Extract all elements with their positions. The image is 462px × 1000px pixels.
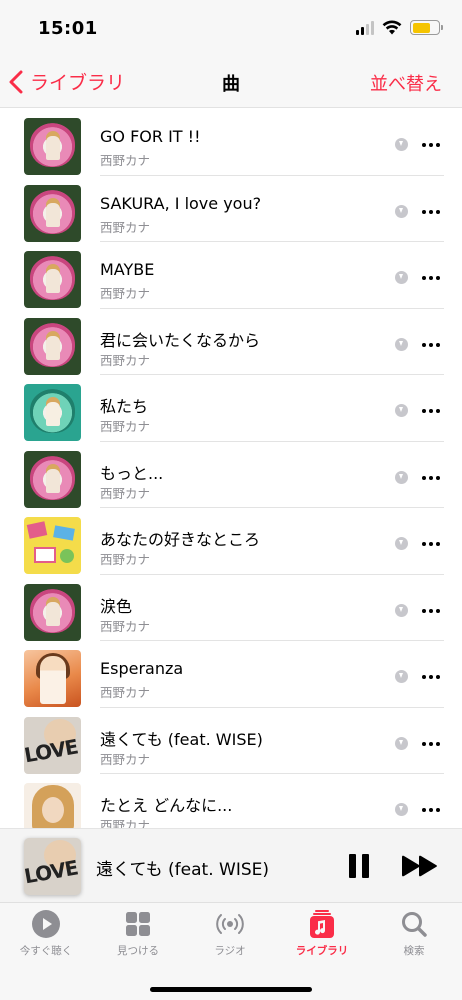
music-library-icon (310, 910, 334, 938)
song-title: Esperanza (100, 659, 184, 678)
cloud-download-icon[interactable] (395, 271, 408, 284)
song-artist: 西野カナ (100, 219, 151, 235)
album-artwork (24, 517, 81, 574)
song-list: GO FOR IT !! 西野カナ SAKURA, I love you? 西野カナ M… (0, 108, 462, 828)
song-title: GO FOR IT !! (100, 127, 201, 146)
song-artist: 西野カナ (100, 286, 151, 301)
cloud-download-icon[interactable] (395, 138, 408, 151)
song-artist: 西野カナ (100, 618, 151, 634)
more-options-icon[interactable] (422, 741, 440, 746)
more-options-icon[interactable] (422, 342, 440, 347)
mini-player-artwork: LOVE (24, 838, 81, 895)
wifi-icon (382, 20, 402, 35)
tab-browse[interactable]: 見つける (92, 909, 184, 958)
radio-icon (216, 914, 244, 934)
cellular-signal-icon (356, 20, 374, 35)
song-row[interactable]: MAYBE 西野カナ (0, 241, 462, 309)
song-artist: 西野カナ (100, 552, 151, 567)
cloud-download-icon[interactable] (395, 470, 408, 484)
song-row[interactable]: SAKURA, I love you? 西野カナ (0, 175, 462, 242)
song-title: 遠くても (feat. WISE) (100, 729, 263, 749)
play-circle-icon (32, 910, 60, 938)
tab-search[interactable]: 検索 (368, 909, 460, 958)
tab-listen-now[interactable]: 今すぐ聴く (0, 909, 92, 958)
cloud-download-icon[interactable] (395, 404, 408, 417)
song-row[interactable]: Esperanza 西野カナ (0, 640, 462, 708)
tab-label: ライブラリ (295, 945, 349, 957)
cloud-download-icon[interactable] (395, 204, 408, 218)
song-artist: 西野カナ (100, 352, 151, 368)
song-row[interactable]: GO FOR IT !! 西野カナ (0, 108, 462, 176)
status-icons (356, 20, 443, 35)
status-bar: 15:01 (0, 0, 462, 58)
album-artwork (24, 783, 81, 828)
song-row[interactable]: もっと... 西野カナ (0, 441, 462, 508)
status-time: 15:01 (38, 18, 98, 39)
song-artist: 西野カナ (100, 485, 151, 501)
more-options-icon[interactable] (422, 276, 440, 280)
song-title: もっと... (100, 463, 164, 483)
song-title: 私たち (100, 397, 149, 416)
battery-icon (410, 20, 443, 35)
album-artwork (24, 184, 81, 242)
more-options-icon[interactable] (422, 209, 440, 214)
battery-fill (412, 22, 430, 33)
song-artist: 西野カナ (100, 153, 151, 168)
tab-label: 見つける (117, 945, 159, 957)
search-icon (402, 912, 427, 937)
song-title: あなたの好きなところ (100, 530, 261, 549)
song-title: MAYBE (100, 260, 155, 279)
cloud-download-icon[interactable] (395, 337, 408, 351)
nav-bar: ライブラリ 曲 並べ替え (0, 58, 462, 108)
tab-bar: 今すぐ聴く 見つける ラジオ ライブラリ 検索 (0, 902, 462, 1000)
sort-button[interactable]: 並べ替え (370, 70, 442, 96)
album-artwork: LOVE (24, 716, 81, 774)
cloud-download-icon[interactable] (395, 603, 408, 617)
album-artwork (24, 251, 81, 308)
song-title: 君に会いたくなるから (100, 330, 261, 350)
song-row[interactable]: 君に会いたくなるから西野カナ (0, 308, 462, 375)
more-options-icon[interactable] (422, 143, 440, 147)
cloud-download-icon[interactable] (395, 670, 408, 683)
pause-button[interactable] (348, 854, 370, 878)
cloud-download-icon[interactable] (395, 736, 408, 750)
more-options-icon[interactable] (422, 608, 440, 613)
more-options-icon[interactable] (422, 675, 440, 679)
song-row[interactable]: LOVE 遠くても (feat. WISE) 西野カナ (0, 707, 462, 774)
song-row[interactable]: 涙色 西野カナ (0, 574, 462, 641)
more-options-icon[interactable] (422, 808, 440, 812)
album-artwork (24, 384, 81, 441)
tab-label: ラジオ (214, 945, 246, 957)
home-indicator (150, 987, 312, 992)
tab-label: 検索 (403, 945, 425, 957)
album-artwork (24, 450, 81, 508)
album-artwork (24, 650, 81, 707)
mini-player-title: 遠くても (feat. WISE) (96, 860, 269, 880)
song-artist: 西野カナ (100, 419, 151, 434)
song-row[interactable]: 私たち 西野カナ (0, 374, 462, 442)
album-artwork (24, 317, 81, 375)
more-options-icon[interactable] (422, 475, 440, 480)
cloud-download-icon[interactable] (395, 803, 408, 816)
song-artist: 西野カナ (100, 685, 151, 700)
song-title: SAKURA, I love you? (100, 193, 262, 213)
song-artist: 西野カナ (100, 818, 151, 828)
next-track-icon[interactable] (400, 855, 440, 877)
tab-library[interactable]: ライブラリ (276, 909, 368, 958)
song-artist: 西野カナ (100, 751, 151, 767)
cloud-download-icon[interactable] (395, 537, 408, 550)
song-row[interactable]: あなたの好きなところ西野カナ (0, 507, 462, 575)
tab-radio[interactable]: ラジオ (184, 909, 276, 958)
album-artwork (24, 583, 81, 641)
tab-label: 今すぐ聴く (19, 945, 73, 957)
album-artwork (24, 118, 81, 175)
song-title: たとえ どんなに... (100, 796, 233, 815)
grid-icon (126, 912, 150, 936)
song-row[interactable]: たとえ どんなに... 西野カナ (0, 773, 462, 828)
mini-player[interactable]: LOVE 遠くても (feat. WISE) (0, 828, 462, 902)
more-options-icon[interactable] (422, 409, 440, 413)
song-title: 涙色 (100, 596, 133, 616)
more-options-icon[interactable] (422, 542, 440, 546)
